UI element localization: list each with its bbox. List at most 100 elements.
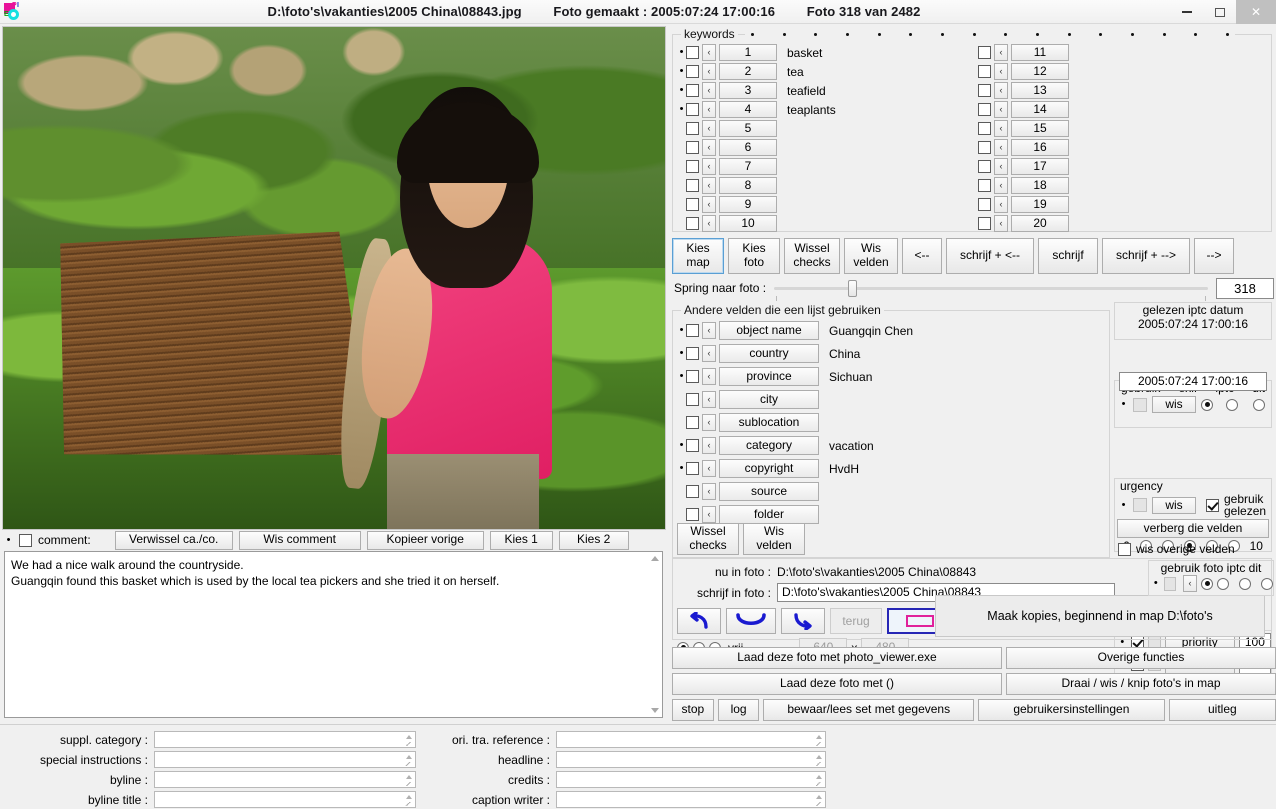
use-date-radio-iptc[interactable] [1226,398,1238,411]
bottom-button[interactable]: Laad deze foto met () [672,673,1002,695]
keyword-prev-button[interactable]: ‹ [702,177,716,194]
bottom-button[interactable]: bewaar/lees set met gegevens [763,699,974,721]
overige-field-input[interactable] [556,731,826,748]
keyword-prev-button[interactable]: ‹ [994,139,1008,156]
comment-textarea[interactable]: We had a nice walk around the countrysid… [4,551,663,718]
overige-field-input[interactable] [154,751,416,768]
urgency-wis-button[interactable]: wis [1152,496,1196,514]
keyword-checkbox[interactable] [686,65,699,78]
rotate-right-icon[interactable] [781,608,825,634]
overige-field-input[interactable] [556,771,826,788]
keyword-prev-button[interactable]: ‹ [994,82,1008,99]
main-button-kiesmap[interactable]: Kies map [672,238,724,274]
keyword-number-button[interactable]: 8 [719,177,777,194]
keyword-number-button[interactable]: 18 [1011,177,1069,194]
keyword-checkbox[interactable] [978,160,991,173]
overige-field-input[interactable] [556,751,826,768]
bottom-button[interactable]: Overige functies [1006,647,1276,669]
keyword-number-button[interactable]: 10 [719,215,777,232]
other-field-checkbox[interactable] [686,485,699,498]
bottom-button[interactable]: Laad deze foto met photo_viewer.exe [672,647,1002,669]
overige-field-input[interactable] [556,791,826,808]
keyword-checkbox[interactable] [686,46,699,59]
iptc-date-edit-input[interactable]: 2005:07:24 17:00:16 [1119,372,1267,391]
bottom-button[interactable]: gebruikersinstellingen [978,699,1165,721]
keyword-checkbox[interactable] [686,141,699,154]
overige-field-input[interactable] [154,731,416,748]
other-field-prev-button[interactable]: ‹ [702,345,716,362]
use-photo-radio-dit[interactable] [1261,577,1273,590]
keyword-checkbox[interactable] [686,103,699,116]
other-field-name-button[interactable]: folder [719,505,819,524]
other-field-prev-button[interactable]: ‹ [702,322,716,339]
bottom-button[interactable]: stop [672,699,714,721]
keyword-prev-button[interactable]: ‹ [994,44,1008,61]
keyword-number-button[interactable]: 4 [719,101,777,118]
keyword-prev-button[interactable]: ‹ [702,63,716,80]
jump-value-input[interactable]: 318 [1216,277,1274,299]
keyword-number-button[interactable]: 17 [1011,158,1069,175]
terug-button[interactable]: terug [830,608,882,634]
make-copies-button[interactable]: Maak kopies, beginnend in map D:\foto's [935,595,1265,637]
jump-slider[interactable] [774,279,1208,301]
other-field-prev-button[interactable]: ‹ [702,414,716,431]
keyword-prev-button[interactable]: ‹ [994,101,1008,118]
use-date-wis-button[interactable]: wis [1152,396,1196,413]
other-fields-action-button[interactable]: Wis velden [743,523,805,555]
keyword-number-button[interactable]: 7 [719,158,777,175]
other-field-name-button[interactable]: copyright [719,459,819,478]
keyword-number-button[interactable]: 6 [719,139,777,156]
keyword-number-button[interactable]: 20 [1011,215,1069,232]
main-button-schrijf[interactable]: schrijf + --> [1102,238,1190,274]
other-field-checkbox[interactable] [686,462,699,475]
keyword-checkbox[interactable] [978,103,991,116]
keyword-checkbox[interactable] [686,160,699,173]
use-photo-radio-foto[interactable] [1201,577,1213,590]
other-field-name-button[interactable]: city [719,390,819,409]
other-field-name-button[interactable]: object name [719,321,819,340]
keyword-checkbox[interactable] [686,198,699,211]
comment-scrollbar[interactable] [648,552,662,717]
keyword-number-button[interactable]: 5 [719,120,777,137]
keyword-prev-button[interactable]: ‹ [702,158,716,175]
keyword-number-button[interactable]: 14 [1011,101,1069,118]
keyword-checkbox[interactable] [978,179,991,192]
main-button-[interactable]: <-- [902,238,942,274]
resize-grip-icon[interactable] [814,753,823,767]
jump-slider-thumb[interactable] [847,280,857,297]
keyword-checkbox[interactable] [978,122,991,135]
resize-grip-icon[interactable] [404,753,413,767]
other-field-prev-button[interactable]: ‹ [702,460,716,477]
comment-scroll-down-icon[interactable] [651,708,659,713]
other-field-name-button[interactable]: sublocation [719,413,819,432]
other-field-name-button[interactable]: source [719,482,819,501]
close-button[interactable]: ✕ [1236,0,1276,24]
other-field-checkbox[interactable] [686,508,699,521]
main-button-[interactable]: --> [1194,238,1234,274]
resize-grip-icon[interactable] [404,773,413,787]
keyword-checkbox[interactable] [978,65,991,78]
keyword-prev-button[interactable]: ‹ [994,196,1008,213]
keyword-prev-button[interactable]: ‹ [702,196,716,213]
keyword-checkbox[interactable] [978,84,991,97]
other-field-checkbox[interactable] [686,324,699,337]
use-date-radio-exif[interactable] [1201,398,1213,411]
use-photo-radio-2[interactable] [1217,577,1229,590]
keyword-prev-button[interactable]: ‹ [702,120,716,137]
keyword-number-button[interactable]: 3 [719,82,777,99]
main-button-schrijf[interactable]: schrijf + <-- [946,238,1034,274]
resize-grip-icon[interactable] [814,733,823,747]
keyword-number-button[interactable]: 11 [1011,44,1069,61]
main-button-wisvelden[interactable]: Wis velden [844,238,898,274]
keyword-prev-button[interactable]: ‹ [994,63,1008,80]
maximize-button[interactable] [1203,0,1236,24]
other-field-checkbox[interactable] [686,416,699,429]
bottom-button[interactable]: Draai / wis / knip foto's in map [1006,673,1276,695]
bottom-button[interactable]: uitleg [1168,699,1276,721]
other-field-prev-button[interactable]: ‹ [702,391,716,408]
other-field-checkbox[interactable] [686,370,699,383]
resize-grip-icon[interactable] [814,773,823,787]
keyword-checkbox[interactable] [686,84,699,97]
other-field-checkbox[interactable] [686,439,699,452]
keyword-checkbox[interactable] [978,46,991,59]
